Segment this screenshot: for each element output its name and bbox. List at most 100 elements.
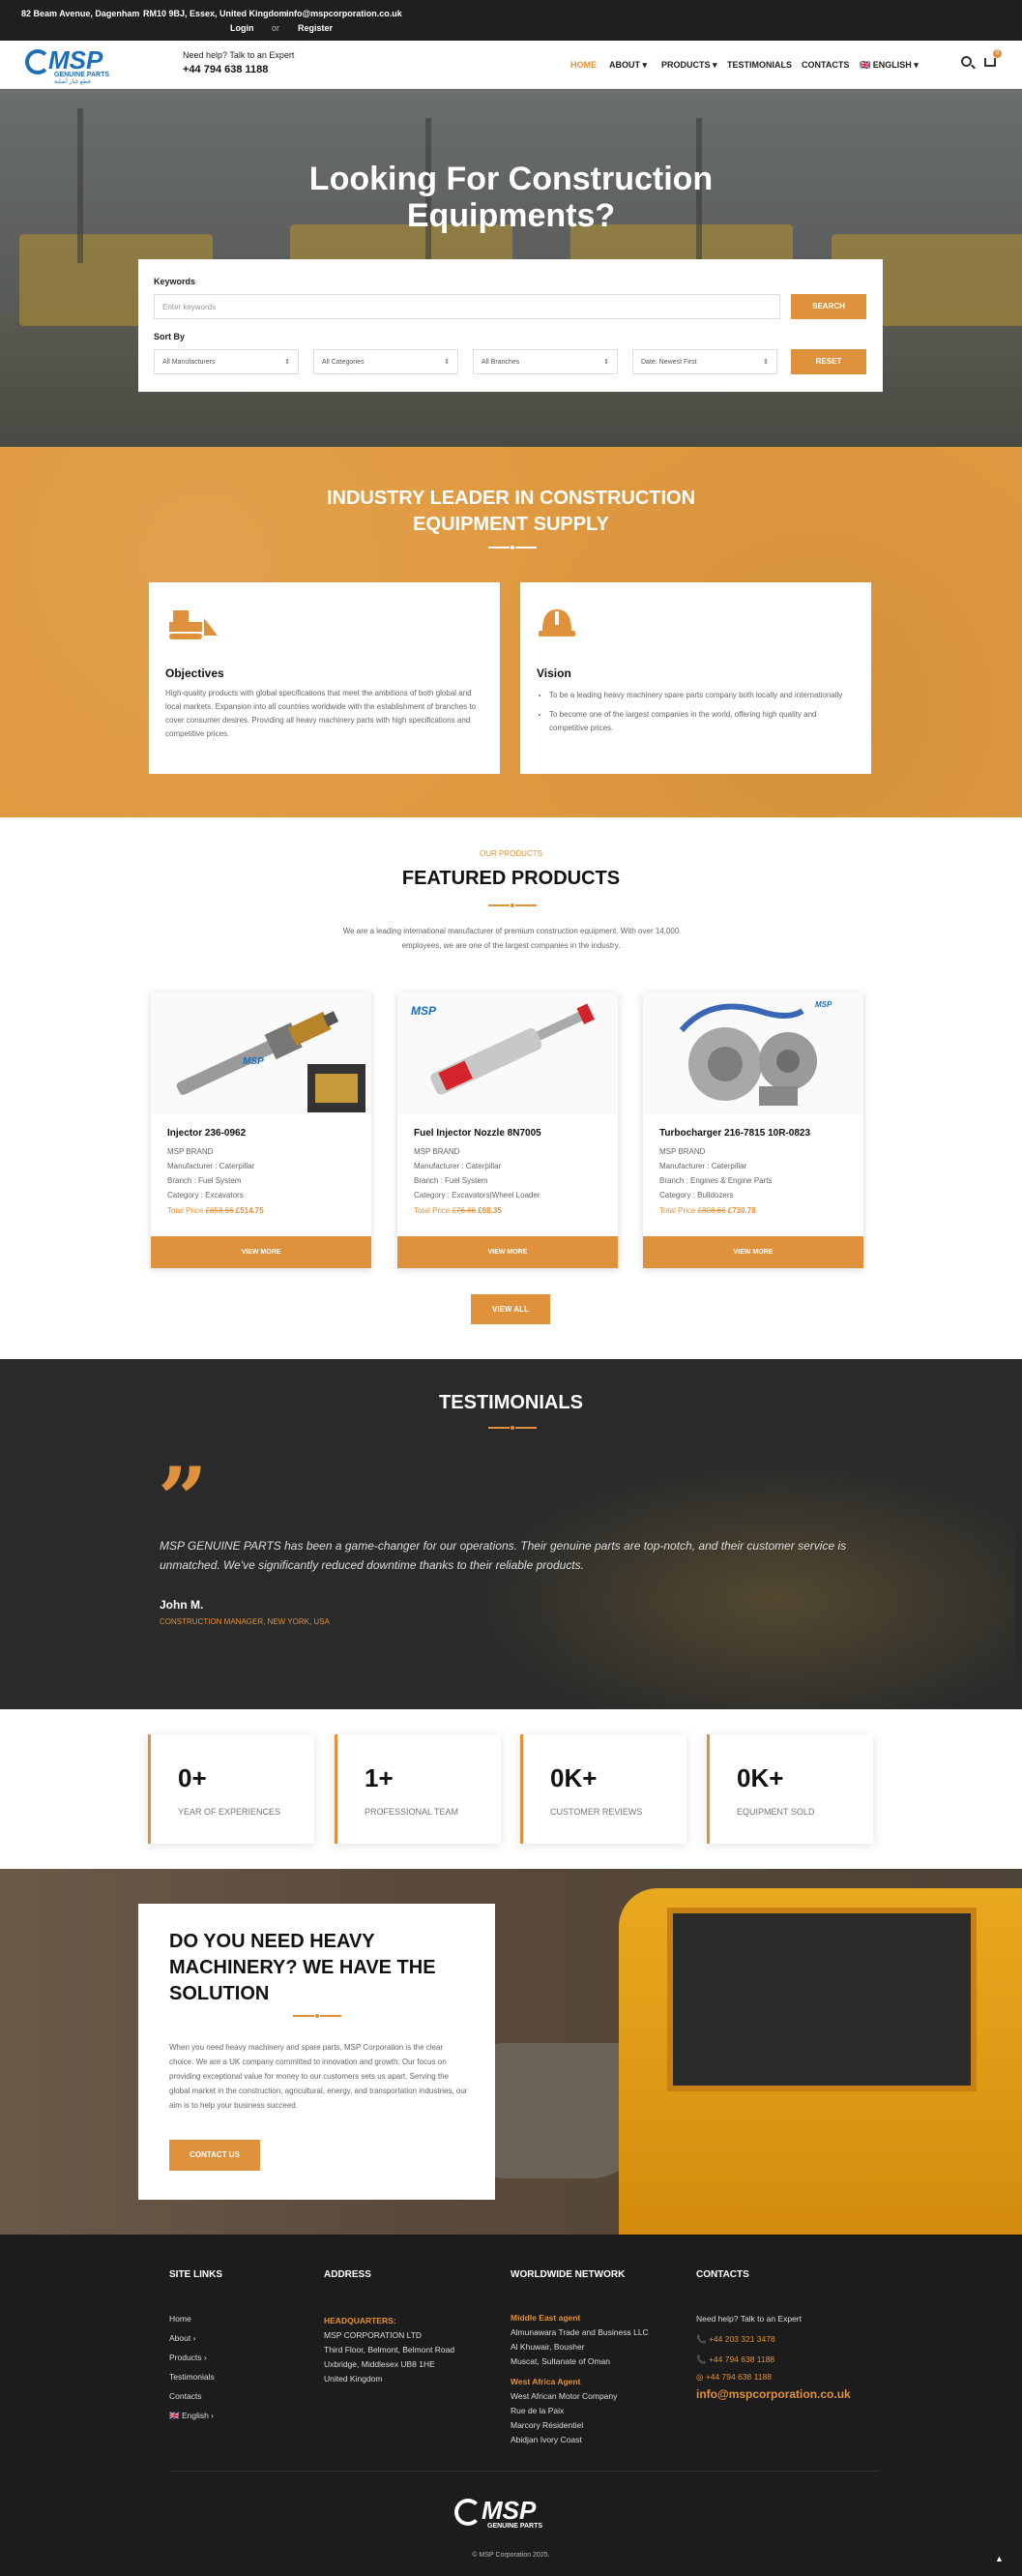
footer-wa-line: Marcory Résidentiel xyxy=(511,2420,584,2430)
product-manufacturer: Manufacturer : Caterpillar xyxy=(167,1162,255,1170)
top-email-link[interactable]: info@mspcorporation.co.uk xyxy=(286,9,402,18)
product-brand: MSP BRAND xyxy=(414,1147,460,1156)
site-header: MSP GENUINE PARTS قطع غيار أصلية Need he… xyxy=(0,41,1022,89)
footer-link-about[interactable]: About › xyxy=(169,2333,195,2343)
hero-title-line1: Looking For Construction xyxy=(308,161,714,197)
product-name[interactable]: Injector 236-0962 xyxy=(167,1128,246,1139)
turbocharger-image: MSP xyxy=(643,992,863,1114)
register-link[interactable]: Register xyxy=(298,23,333,33)
heavy-divider xyxy=(293,2014,341,2018)
featured-divider xyxy=(488,903,537,907)
industry-section: INDUSTRY LEADER IN CONSTRUCTION EQUIPMEN… xyxy=(0,447,1022,817)
top-bar: 82 Beam Avenue, Dagenham RM10 9BJ, Essex… xyxy=(0,0,1022,41)
footer-wa-line: West African Motor Company xyxy=(511,2391,618,2401)
footer-link-products[interactable]: Products › xyxy=(169,2353,207,2362)
price-label: Total Price xyxy=(414,1206,451,1215)
hero-title-line2: Equipments? xyxy=(406,197,616,234)
product-brand: MSP BRAND xyxy=(659,1147,706,1156)
vision-item: To be a leading heavy machinery spare pa… xyxy=(549,689,857,702)
site-footer: SITE LINKS Home About › Products › Testi… xyxy=(0,2235,1022,2576)
keywords-label: Keywords xyxy=(154,277,196,286)
vision-item: To become one of the largest companies i… xyxy=(549,708,857,735)
footer-hq-label: HEADQUARTERS: xyxy=(324,2316,396,2325)
footer-link-home[interactable]: Home xyxy=(169,2314,191,2324)
date-sort-select[interactable]: Date: Newest First ⇕ xyxy=(632,349,777,374)
search-button[interactable]: SEARCH xyxy=(791,294,866,319)
product-price: Total Price £76.66 £68.35 xyxy=(414,1206,502,1215)
nav-contacts[interactable]: CONTACTS xyxy=(802,60,849,70)
footer-contacts-help: Need help? Talk to an Expert xyxy=(696,2314,802,2324)
nozzle-image: MSP xyxy=(397,992,618,1114)
svg-text:MSP: MSP xyxy=(411,1004,437,1018)
login-link[interactable]: Login xyxy=(230,23,254,33)
product-branch: Branch : Engines & Engine Parts xyxy=(659,1176,773,1185)
nav-products[interactable]: PRODUCTS ▾ xyxy=(661,60,717,71)
price-label: Total Price xyxy=(167,1206,204,1215)
view-more-button[interactable]: VIEW MORE xyxy=(397,1236,618,1268)
nav-home[interactable]: HOME xyxy=(570,60,597,70)
nav-testimonials[interactable]: TESTIMONIALS xyxy=(727,60,792,70)
sortby-label: Sort By xyxy=(154,332,186,341)
product-category: Category : Excavators|Wheel Loader xyxy=(414,1191,540,1199)
view-all-button[interactable]: VIEW ALL xyxy=(471,1294,550,1324)
product-category: Category : Bulldozers xyxy=(659,1191,734,1199)
product-card[interactable]: MSP Fuel Injector Nozzle 8N7005 MSP BRAN… xyxy=(397,992,618,1268)
logo-swirl-icon xyxy=(25,49,50,74)
product-image[interactable]: MSP xyxy=(397,992,618,1114)
keywords-input[interactable]: Enter keywords xyxy=(154,294,780,319)
industry-title-line1: INDUSTRY LEADER IN CONSTRUCTION xyxy=(326,488,696,509)
header-phone[interactable]: +44 794 638 1188 xyxy=(183,64,268,75)
footer-link-contacts[interactable]: Contacts xyxy=(169,2391,202,2401)
footer-email-link[interactable]: info@mspcorporation.co.uk xyxy=(696,2387,851,2401)
product-image[interactable]: MSP xyxy=(643,992,863,1114)
footer-hq-line: MSP CORPORATION LTD xyxy=(324,2330,423,2340)
site-logo[interactable]: MSP GENUINE PARTS قطع غيار أصلية xyxy=(25,45,117,85)
nav-about[interactable]: ABOUT ▾ xyxy=(609,60,647,71)
view-more-button[interactable]: VIEW MORE xyxy=(643,1236,863,1268)
footer-whatsapp-link[interactable]: ◎ +44 794 638 1188 xyxy=(696,2372,772,2383)
view-more-button[interactable]: VIEW MORE xyxy=(151,1236,371,1268)
vision-title: Vision xyxy=(537,666,571,680)
product-name[interactable]: Turbocharger 216-7815 10R-0823 xyxy=(659,1128,810,1139)
stat-caption: EQUIPMENT SOLD xyxy=(737,1807,815,1817)
footer-phone-link[interactable]: 📞 +44 794 638 1188 xyxy=(696,2354,774,2365)
featured-title: FEATURED PRODUCTS xyxy=(401,868,621,889)
old-price: £76.66 xyxy=(452,1206,477,1215)
product-card[interactable]: MSP Injector 236-0962 MSP BRAND Manufact… xyxy=(151,992,371,1268)
stat-card: 0K+ CUSTOMER REVIEWS xyxy=(520,1734,686,1844)
reset-button[interactable]: RESET xyxy=(791,349,866,374)
select-arrows-icon: ⇕ xyxy=(284,359,290,366)
testimonial-quote: MSP GENUINE PARTS has been a game-change… xyxy=(160,1539,847,1572)
hard-hat-icon xyxy=(539,609,575,637)
footer-link-language[interactable]: 🇬🇧 English › xyxy=(169,2411,214,2421)
cart-count-badge: 0 xyxy=(993,49,1002,58)
product-name[interactable]: Fuel Injector Nozzle 8N7005 xyxy=(414,1128,541,1139)
search-icon[interactable] xyxy=(961,56,972,67)
nav-language[interactable]: 🇬🇧 ENGLISH ▾ xyxy=(860,60,919,71)
product-card[interactable]: MSP Turbocharger 216-7815 10R-0823 MSP B… xyxy=(643,992,863,1268)
footer-link-testimonials[interactable]: Testimonials xyxy=(169,2372,215,2382)
branch-select[interactable]: All Branches ⇕ xyxy=(473,349,618,374)
testimonial-author: John M. xyxy=(160,1598,204,1612)
scroll-to-top-icon[interactable]: ▲ xyxy=(995,2554,1004,2563)
footer-phone-link[interactable]: 📞 +44 203 321 3478 xyxy=(696,2334,775,2345)
product-price: Total Price £658.66 £514.75 xyxy=(167,1206,264,1215)
contact-us-button[interactable]: CONTACT US xyxy=(169,2140,260,2171)
featured-subtitle: OUR PRODUCTS xyxy=(480,849,542,858)
stat-card: 1+ PROFESSIONAL TEAM xyxy=(335,1734,501,1844)
top-address-line1: 82 Beam Avenue, Dagenham xyxy=(21,9,140,18)
logo-subtitle: GENUINE PARTS xyxy=(54,72,110,78)
bulldozer-icon xyxy=(169,610,218,639)
manufacturer-select[interactable]: All Manufacturers ⇕ xyxy=(154,349,299,374)
category-select[interactable]: All Categories ⇕ xyxy=(313,349,458,374)
footer-logo[interactable]: MSP GENUINE PARTS xyxy=(454,2494,566,2534)
price-label: Total Price xyxy=(659,1206,696,1215)
stat-caption: CUSTOMER REVIEWS xyxy=(550,1807,643,1817)
old-price: £808.66 xyxy=(697,1206,726,1215)
industry-divider xyxy=(488,546,537,549)
select-arrows-icon: ⇕ xyxy=(763,359,769,366)
cart-icon[interactable] xyxy=(984,58,996,67)
footer-contacts-title: CONTACTS xyxy=(696,2269,749,2280)
product-image[interactable]: MSP xyxy=(151,992,371,1114)
footer-hq-line: United Kingdom xyxy=(324,2374,383,2384)
